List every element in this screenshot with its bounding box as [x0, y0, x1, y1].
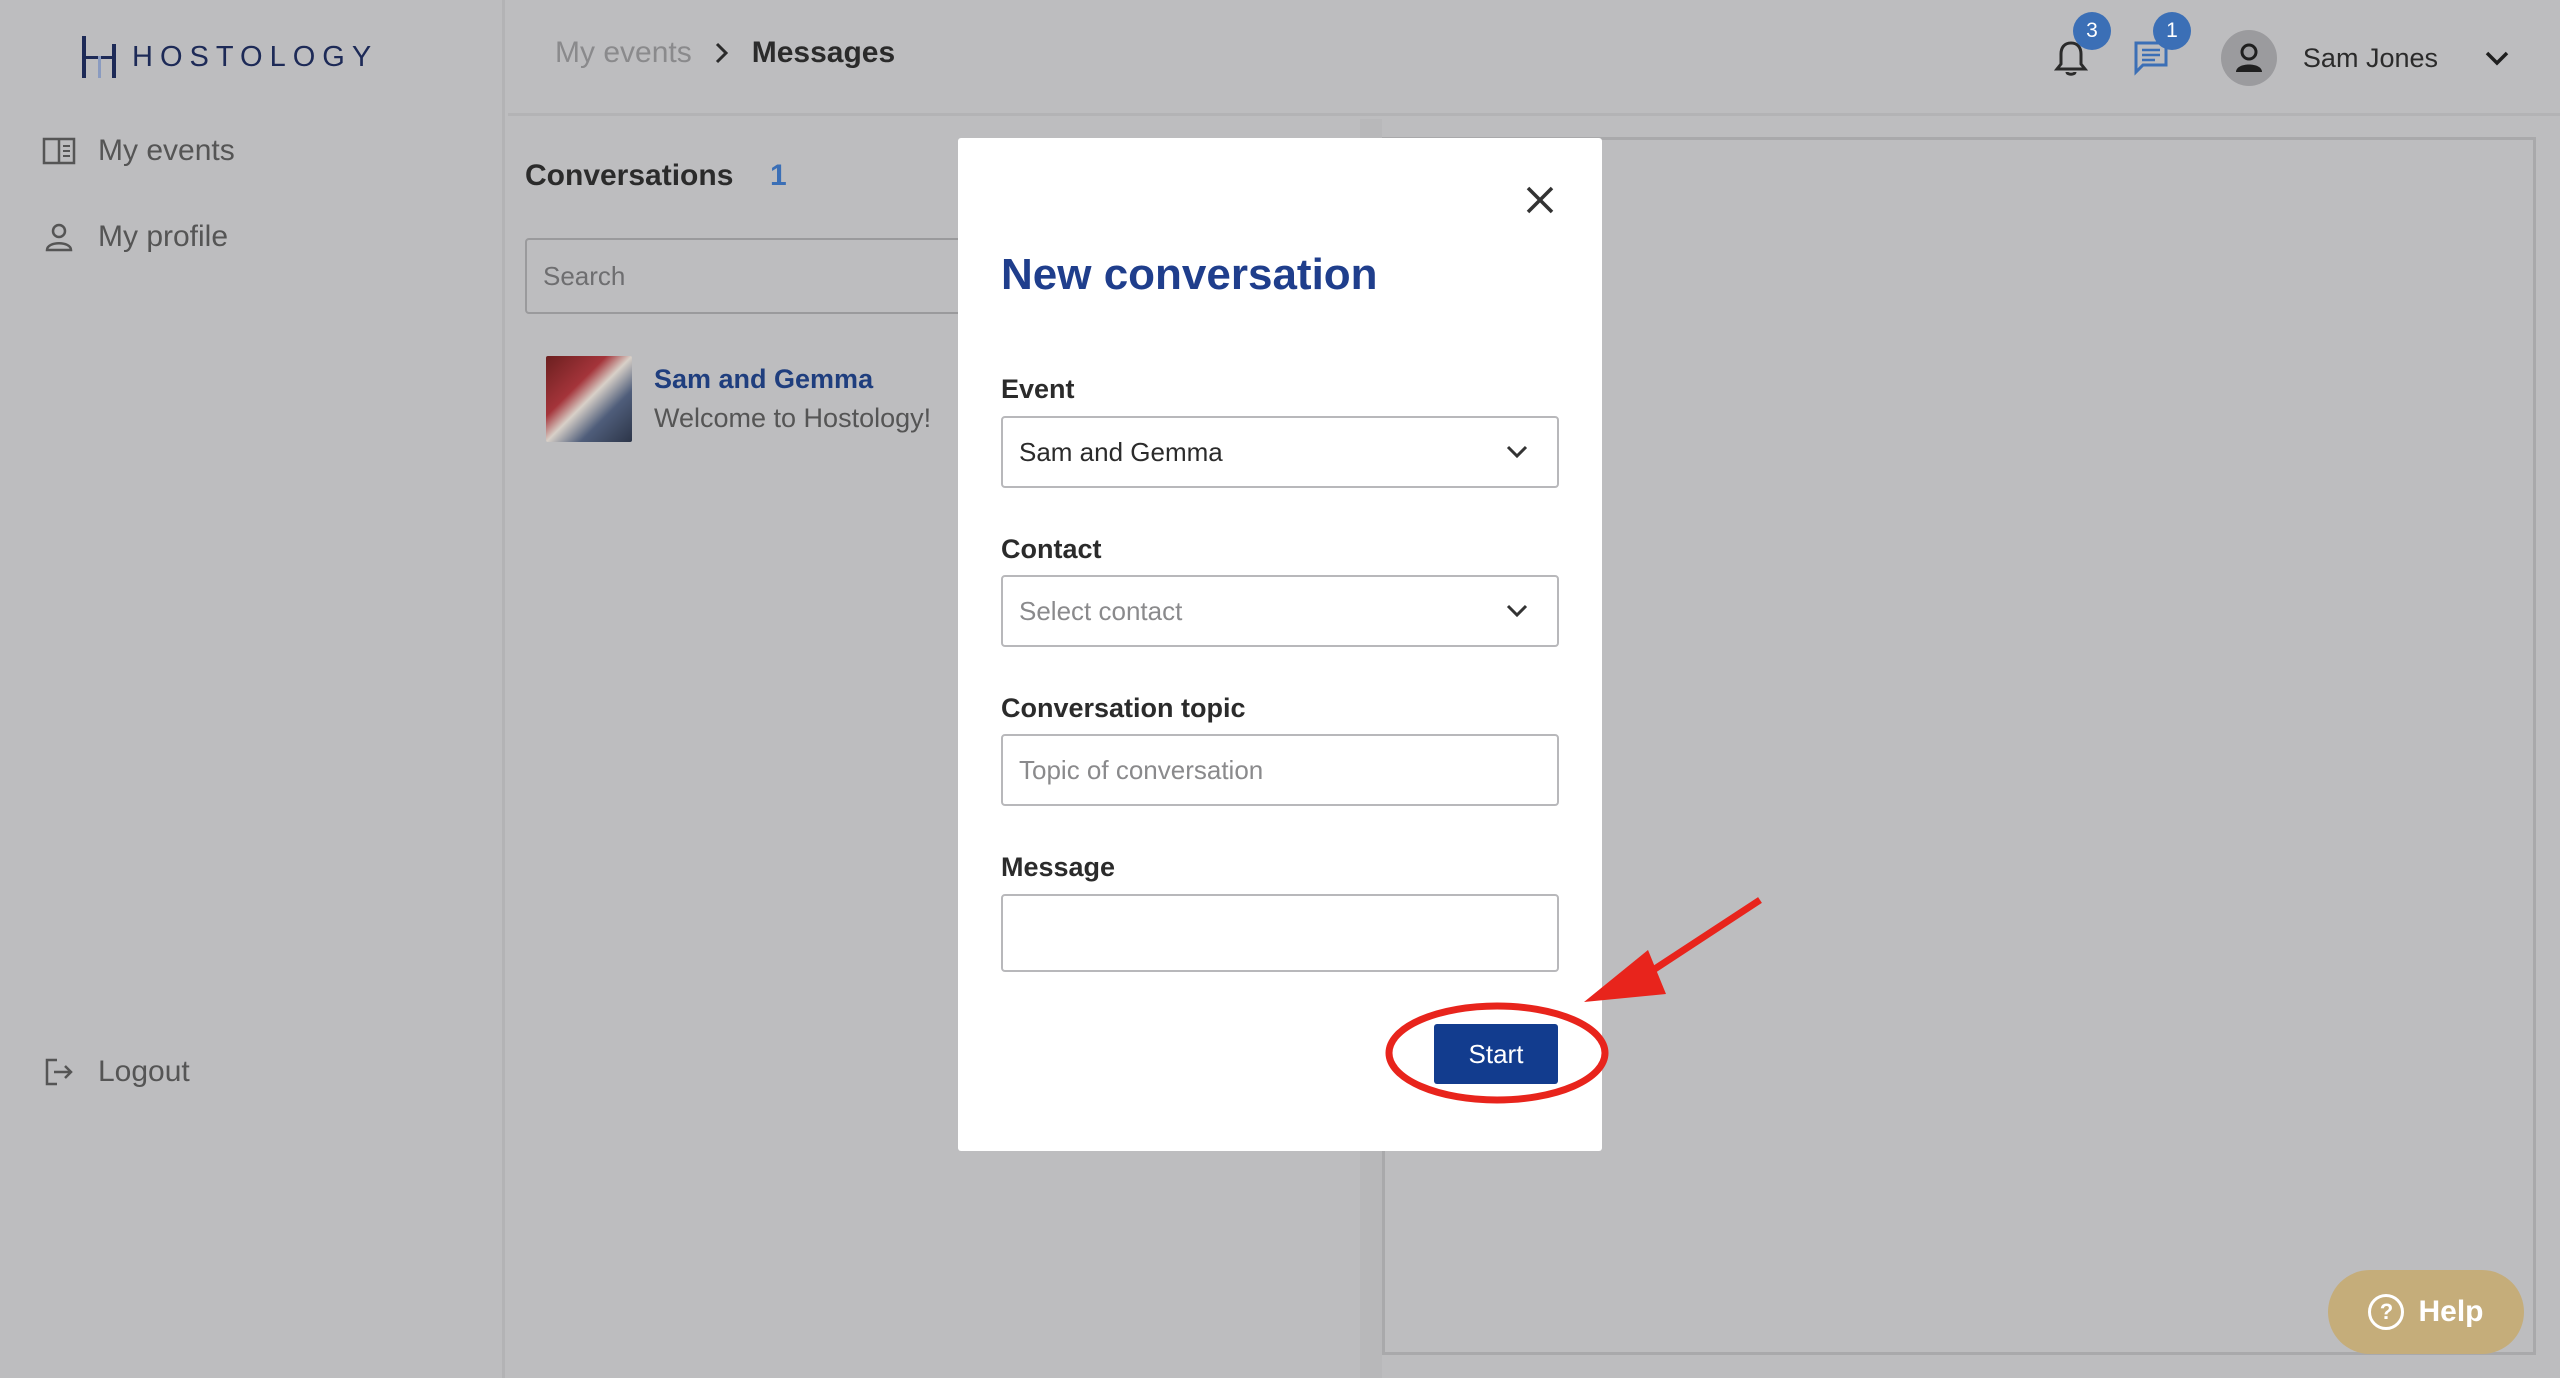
conversations-count: 1	[770, 159, 787, 192]
help-button[interactable]: ? Help	[2328, 1270, 2524, 1354]
brand-name: HOSTOLOGY	[132, 40, 379, 73]
top-bar: My events Messages 3 1 Sam Jones	[508, 0, 2560, 116]
event-select-value: Sam and Gemma	[1019, 436, 1223, 467]
message-input[interactable]	[1001, 894, 1559, 972]
header-actions: 3 1 Sam Jones	[2031, 12, 2510, 94]
contact-label: Contact	[1001, 534, 1102, 564]
sidebar-item-label: My events	[98, 134, 235, 167]
sidebar-item-label: My profile	[98, 220, 229, 253]
book-icon	[42, 134, 76, 168]
chevron-down-icon[interactable]	[2484, 49, 2510, 67]
messages-button[interactable]: 1	[2111, 12, 2191, 94]
conversation-name: Sam and Gemma	[654, 364, 874, 394]
notifications-button[interactable]: 3	[2031, 12, 2111, 94]
start-button[interactable]: Start	[1434, 1024, 1558, 1084]
new-conversation-modal: New conversation Event Sam and Gemma Con…	[958, 138, 1602, 1151]
sidebar-item-my-profile[interactable]: My profile	[42, 220, 228, 254]
breadcrumb-current: Messages	[751, 36, 896, 69]
contact-select[interactable]: Select contact	[1001, 575, 1559, 647]
breadcrumb-parent[interactable]: My events	[555, 36, 692, 70]
person-icon	[2235, 43, 2262, 72]
close-icon[interactable]	[1522, 182, 1558, 218]
question-icon: ?	[2368, 1294, 2405, 1330]
topic-placeholder: Topic of conversation	[1019, 754, 1264, 785]
avatar[interactable]	[2220, 30, 2277, 86]
conversation-thumbnail	[546, 356, 632, 442]
conversations-title: Conversations	[525, 159, 734, 192]
help-label: Help	[2418, 1295, 2484, 1328]
topic-input[interactable]: Topic of conversation	[1001, 734, 1559, 806]
person-icon	[42, 220, 76, 254]
conversation-preview: Welcome to Hostology!	[654, 403, 932, 433]
sidebar: HOSTOLOGY My events My profile Logout	[0, 0, 505, 1378]
notifications-badge: 3	[2072, 12, 2111, 50]
search-placeholder: Search	[543, 260, 626, 291]
chevron-right-icon	[715, 42, 728, 64]
logo-icon	[82, 36, 116, 78]
logout-icon	[42, 1055, 76, 1089]
modal-title: New conversation	[1001, 250, 1378, 299]
topic-label: Conversation topic	[1001, 693, 1246, 723]
brand-logo[interactable]: HOSTOLOGY	[80, 34, 378, 80]
sidebar-item-my-events[interactable]: My events	[42, 134, 235, 168]
contact-select-placeholder: Select contact	[1019, 595, 1183, 626]
user-name[interactable]: Sam Jones	[2303, 43, 2438, 74]
list-item[interactable]: Sam and Gemma Welcome to Hostology!	[546, 356, 931, 442]
logout-label: Logout	[98, 1055, 190, 1088]
chevron-down-icon	[1506, 445, 1528, 459]
event-select[interactable]: Sam and Gemma	[1001, 416, 1559, 488]
breadcrumb: My events Messages	[555, 36, 895, 70]
message-label: Message	[1001, 852, 1116, 882]
chevron-down-icon	[1506, 604, 1528, 618]
event-label: Event	[1001, 374, 1075, 404]
logout-button[interactable]: Logout	[42, 1055, 190, 1089]
messages-badge: 1	[2152, 12, 2191, 50]
